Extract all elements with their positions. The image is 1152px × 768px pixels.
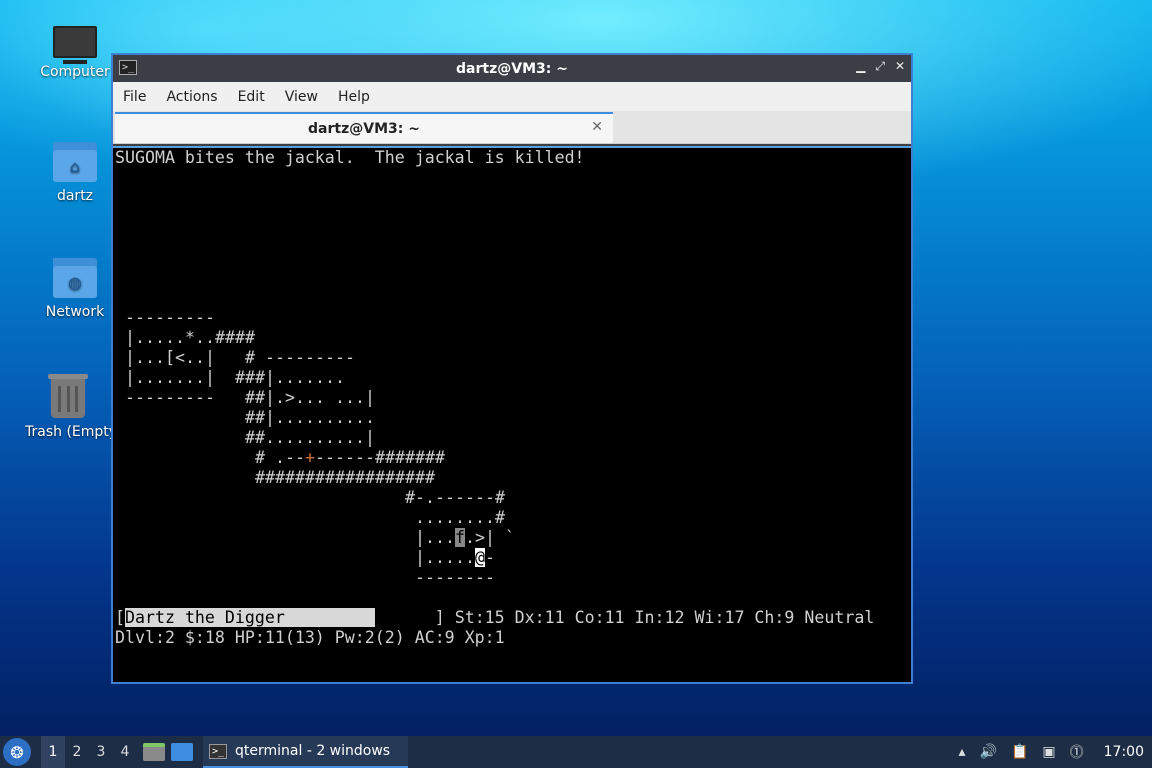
status-line-1: [Dartz the Digger ] St:15 Dx:11 Co:11 In… <box>115 608 875 627</box>
tab-terminal[interactable]: dartz@VM3: ~ ✕ <box>115 112 613 143</box>
maximize-icon[interactable]: ⤢ <box>875 59 885 74</box>
game-message: SUGOMA bites the jackal. The jackal is k… <box>115 148 585 167</box>
taskbar: ❂ 1 2 3 4 >_ qterminal - 2 windows ▴ 🔊 📋… <box>0 736 1152 768</box>
map-row: --------- ##|.>... ...| <box>125 388 375 407</box>
workspace-1[interactable]: 1 <box>41 736 65 768</box>
terminal-icon: >_ <box>209 743 227 759</box>
trash-icon <box>48 374 88 418</box>
start-menu-icon[interactable]: ❂ <box>3 738 31 766</box>
game-map: --------- |.....*..#### |...[<..| # ----… <box>115 308 874 588</box>
network-monitor-icon[interactable]: ▣ <box>1042 744 1055 760</box>
menu-edit[interactable]: Edit <box>238 89 275 105</box>
computer-icon <box>53 26 97 64</box>
desktop-icon-computer[interactable]: Computer <box>25 22 125 80</box>
desktop-icon-label: Trash (Empty) <box>25 424 111 440</box>
desktop-icon-label: Computer <box>40 64 110 80</box>
clock[interactable]: 17:00 <box>1104 744 1144 760</box>
desktop-icon-label: Network <box>45 304 105 320</box>
minimize-icon[interactable]: ▁ <box>856 59 865 74</box>
status-line-2: Dlvl:2 $:18 HP:11(13) Pw:2(2) AC:9 Xp:1 <box>115 628 505 647</box>
window-title: dartz@VM3: ~ <box>456 60 568 77</box>
network-folder-icon: ◍ <box>53 258 97 298</box>
map-row: |...f.>| ` <box>415 528 515 547</box>
map-row: |.....*..#### <box>125 328 255 347</box>
map-row: ##|.......... <box>245 408 375 427</box>
tab-title: dartz@VM3: ~ <box>308 120 420 137</box>
tab-close-icon[interactable]: ✕ <box>591 119 603 135</box>
show-desktop-icon[interactable] <box>171 743 193 761</box>
map-row: # .--+------####### <box>255 448 445 467</box>
taskbar-button-label: qterminal - 2 windows <box>235 743 391 759</box>
pet-glyph: f <box>455 528 465 547</box>
menu-actions[interactable]: Actions <box>166 89 227 105</box>
system-tray: ▴ 🔊 📋 ▣ ⓵ 17:00 <box>959 742 1152 762</box>
desktop-icon-label: dartz <box>56 188 94 204</box>
terminal-window: >_ dartz@VM3: ~ ▁ ⤢ ✕ File Actions Edit … <box>111 53 913 684</box>
workspace-2[interactable]: 2 <box>65 744 89 760</box>
map-row: -------- <box>415 568 495 587</box>
file-manager-icon[interactable] <box>143 743 165 761</box>
desktop-icon-home[interactable]: ⌂ dartz <box>25 142 125 204</box>
menu-view[interactable]: View <box>285 89 328 105</box>
map-row: ################## <box>255 468 435 487</box>
close-icon[interactable]: ✕ <box>895 59 905 74</box>
map-row: |...[<..| # --------- <box>125 348 355 367</box>
tab-bar: dartz@VM3: ~ ✕ <box>113 111 911 144</box>
workspace-3[interactable]: 3 <box>89 744 113 760</box>
volume-icon[interactable]: 🔊 <box>980 744 997 760</box>
door-glyph: + <box>305 448 315 467</box>
menu-file[interactable]: File <box>123 89 156 105</box>
tray-expand-icon[interactable]: ▴ <box>959 744 966 760</box>
update-notifier-icon[interactable]: ⓵ <box>1070 742 1084 762</box>
desktop-icon-network[interactable]: ◍ Network <box>25 258 125 320</box>
map-row: #-.------# <box>405 488 505 507</box>
map-row: |.......| ###|....... <box>125 368 345 387</box>
terminal-screen[interactable]: SUGOMA bites the jackal. The jackal is k… <box>113 146 911 682</box>
desktop-icon-trash[interactable]: Trash (Empty) <box>25 374 111 440</box>
map-row: ........# <box>415 508 505 527</box>
workspace-4[interactable]: 4 <box>113 744 137 760</box>
menu-help[interactable]: Help <box>338 89 380 105</box>
clipboard-icon[interactable]: 📋 <box>1011 744 1028 760</box>
window-titlebar[interactable]: >_ dartz@VM3: ~ ▁ ⤢ ✕ <box>113 55 911 82</box>
terminal-icon: >_ <box>119 60 137 75</box>
player-glyph: @ <box>475 548 485 567</box>
map-row: ##..........| <box>245 428 375 447</box>
taskbar-button-qterminal[interactable]: >_ qterminal - 2 windows <box>203 736 409 768</box>
terminal-output: SUGOMA bites the jackal. The jackal is k… <box>115 148 874 648</box>
menu-bar: File Actions Edit View Help <box>113 82 911 111</box>
home-folder-icon: ⌂ <box>53 142 97 182</box>
map-row: |.....@- <box>415 548 495 567</box>
map-row: --------- <box>125 308 215 327</box>
character-name: Dartz the Digger <box>125 608 285 627</box>
character-attributes: ] St:15 Dx:11 Co:11 In:12 Wi:17 Ch:9 Neu… <box>434 608 875 627</box>
